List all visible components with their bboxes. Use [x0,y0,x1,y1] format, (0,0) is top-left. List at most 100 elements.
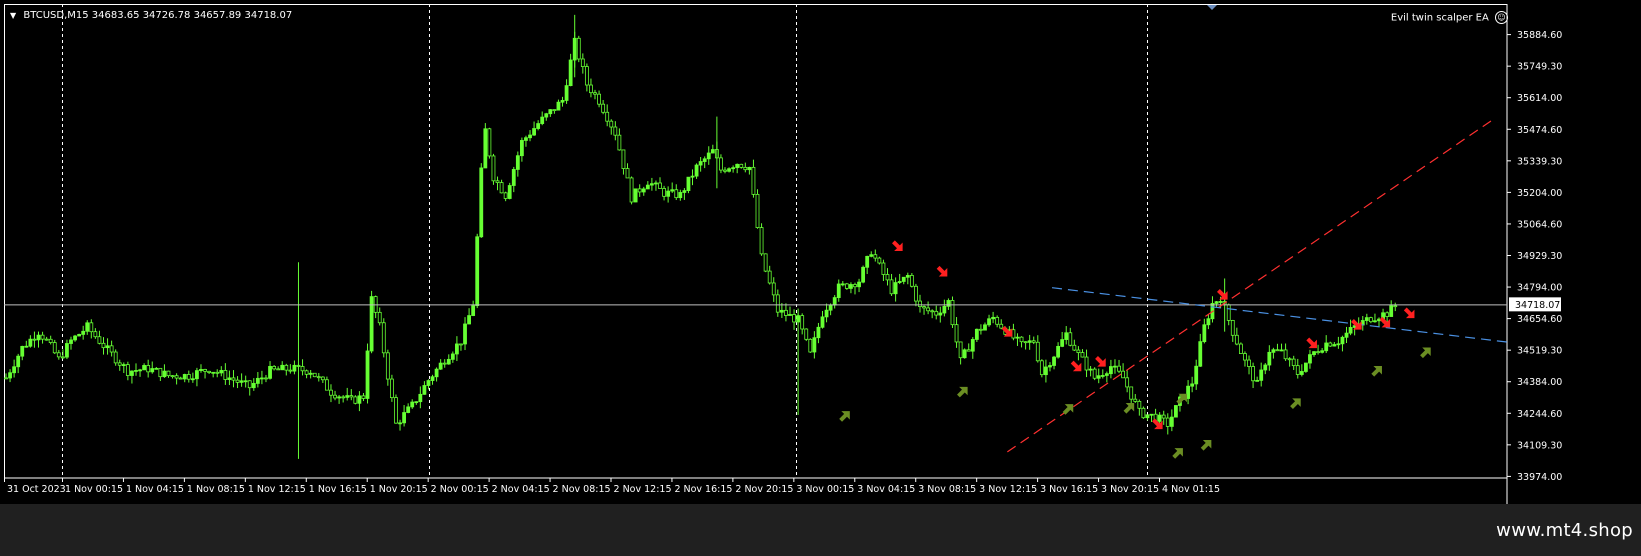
time-tick-label: 3 Nov 08:15 [918,484,976,495]
candle-body [1104,373,1109,376]
candle-body [515,155,520,170]
candle-body [329,389,333,396]
candle-body [1316,351,1320,354]
candle-body [251,382,256,389]
candle-body [1283,349,1288,360]
candle-body [1267,351,1272,366]
buy-arrow-icon [1420,347,1431,359]
candle-body [1336,343,1341,346]
candle-body [662,188,666,197]
candle-body [483,128,488,169]
time-tick-label: 3 Nov 12:15 [979,484,1037,495]
candle-body [174,375,179,379]
candle-body [589,84,593,94]
candle-body [1279,349,1284,352]
candle-body [308,372,313,375]
symbol-info-header: ▼ BTCUSD,M15 34683.65 34726.78 34657.89 … [10,10,292,21]
candle-body [438,362,443,370]
candle-body [706,152,711,160]
candle-body [1117,365,1121,372]
expert-advisor-label[interactable]: Evil twin scalper EA ☺ [1391,11,1508,24]
candle-body [312,372,317,378]
candle-body [844,283,849,289]
candle-body [398,422,402,425]
candle-body [1194,365,1199,385]
candle-body [81,330,86,335]
candle-body [812,337,817,353]
price-chart[interactable]: 35884.60 35749.30 35614.00 35474.60 35339.30… [4,4,1639,504]
candle-body [292,364,297,372]
candle-body [609,120,614,128]
candle-body [556,101,561,111]
candle-body [597,93,601,105]
candle-body [134,370,138,372]
time-tick-label: 2 Nov 20:15 [735,484,793,495]
candle-body [402,412,406,424]
candle-body [231,377,236,381]
candle-body [243,380,248,383]
collapse-triangle-icon[interactable]: ▼ [10,11,16,20]
buy-arrow-icon [1172,448,1183,459]
candle-body [353,396,358,404]
candle-body [779,309,784,313]
candle-body [885,274,890,281]
candle-body [1243,353,1247,361]
candle-body [1320,350,1325,353]
candle-body [154,367,159,370]
candle-body [1364,317,1369,321]
candle-body [125,364,130,376]
candle-body [1169,416,1174,427]
candle-body [893,282,898,295]
candle-body [731,167,736,170]
candle-body [1129,386,1134,400]
candle-body [926,307,931,312]
candle-body [105,345,110,349]
candle-body [255,377,260,384]
candle-body [406,406,411,413]
candle-body [434,368,439,378]
candle-body [743,166,748,171]
candle-body [28,338,33,347]
candle-body [930,310,935,313]
candle-body [463,323,467,345]
candle-body [89,322,94,333]
candle-body [272,366,277,370]
candle-body [507,185,512,199]
candle-body [1291,358,1296,367]
candle-body [702,158,707,162]
candle-body [40,334,45,340]
candle-body [1125,377,1130,388]
candle-body [849,284,853,289]
candle-body [934,310,939,316]
candle-body [905,275,910,278]
candle-body [325,379,329,391]
candle-body [649,183,654,186]
price-tick-label: 34654.60 [1517,314,1562,325]
buy-arrow-icon [957,386,968,398]
candle-body [1287,358,1292,361]
candle-body [560,100,565,103]
chart-area[interactable]: 35884.60 35749.30 35614.00 35474.60 35339.30… [4,4,1639,504]
candle-body [65,343,69,358]
candle-body [394,397,398,424]
candle-body [1393,305,1398,308]
candle-body [1214,301,1219,304]
candle-body [759,227,764,255]
candle-body [487,128,492,157]
candle-body [1092,368,1097,379]
candle-body [727,168,731,172]
candle-body [605,111,610,122]
candle-body [1015,336,1020,339]
candle-body [1263,364,1268,371]
candle-body [442,362,447,365]
price-tick-label: 35884.60 [1517,30,1562,41]
candle-body [73,335,77,341]
watermark-label: www.mt4.shop [1496,520,1633,541]
candle-body [739,163,744,168]
candle-body [495,180,500,183]
candle-body [162,370,167,378]
candle-body [690,175,695,178]
candle-body [316,376,321,379]
candle-body [1206,318,1211,326]
footer-bar: www.mt4.shop [0,504,1641,556]
